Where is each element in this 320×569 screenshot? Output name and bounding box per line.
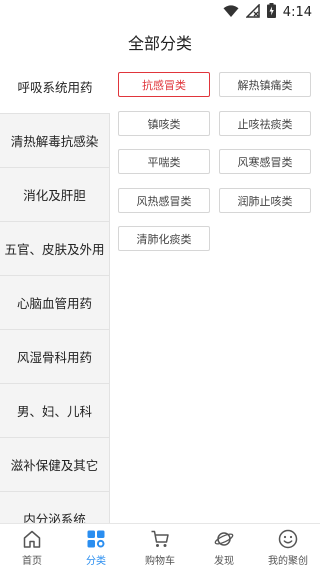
sidebar-item-label: 风湿骨科用药 (16, 350, 92, 365)
sidebar-item-men-women-children[interactable]: 男、妇、儿科 (0, 384, 110, 438)
header: 全部分类 (0, 24, 320, 60)
status-bar: 4:14 (0, 0, 320, 24)
category-grid-icon (86, 529, 106, 549)
subcategory-tag[interactable]: 风热感冒类 (118, 188, 210, 213)
tab-label: 首页 (22, 556, 42, 567)
sidebar-item-label: 清热解毒抗感染 (10, 134, 99, 149)
battery-charging-icon (266, 2, 276, 22)
subcategory-label: 清肺化痰类 (136, 232, 192, 246)
subcategory-label: 解热镇痛类 (237, 78, 293, 92)
subcategory-tag[interactable]: 解热镇痛类 (219, 72, 311, 97)
subcategory-tag[interactable]: 抗感冒类 (118, 72, 210, 97)
tab-category[interactable]: 分类 (64, 524, 128, 569)
subcategory-tag[interactable]: 平喘类 (118, 149, 210, 174)
cart-icon (150, 529, 170, 549)
status-time: 4:14 (282, 4, 312, 20)
sidebar-item-endocrine[interactable]: 内分泌系统 (0, 492, 110, 523)
tab-home[interactable]: 首页 (0, 524, 64, 569)
sidebar-item-digestive[interactable]: 消化及肝胆 (0, 168, 110, 222)
tab-profile[interactable]: 我的聚创 (256, 524, 320, 569)
sidebar-item-respiratory[interactable]: 呼吸系统用药 (0, 60, 110, 114)
status-icons: 4:14 (223, 2, 312, 22)
sidebar-item-rheumatism[interactable]: 风湿骨科用药 (0, 330, 110, 384)
subcategory-panel: 抗感冒类 解热镇痛类 镇咳类 止咳祛痰类 平喘类 风寒感冒类 风热感冒类 润肺止… (110, 60, 320, 523)
subcategory-tag[interactable]: 润肺止咳类 (219, 188, 311, 213)
wifi-icon (223, 3, 239, 22)
bottom-tab-bar: 首页 分类 购物车 发现 我的聚创 (0, 523, 320, 569)
sidebar-item-anti-infection[interactable]: 清热解毒抗感染 (0, 114, 110, 168)
sidebar-item-label: 呼吸系统用药 (17, 80, 93, 95)
subcategory-tag[interactable]: 风寒感冒类 (219, 149, 311, 174)
subcategory-label: 风热感冒类 (136, 194, 192, 208)
planet-icon (214, 529, 234, 549)
category-sidebar: 呼吸系统用药 清热解毒抗感染 消化及肝胆 五官、皮肤及外用 心脑血管用药 风湿骨… (0, 60, 110, 523)
tab-cart[interactable]: 购物车 (128, 524, 192, 569)
tab-label: 我的聚创 (268, 556, 308, 567)
tab-label: 购物车 (145, 556, 175, 567)
subcategory-tag[interactable]: 清肺化痰类 (118, 226, 210, 251)
sidebar-item-label: 心脑血管用药 (16, 296, 92, 311)
subcategory-label: 抗感冒类 (142, 78, 186, 92)
home-icon (22, 529, 42, 549)
sidebar-item-label: 五官、皮肤及外用 (4, 242, 105, 257)
sidebar-item-cardiovascular[interactable]: 心脑血管用药 (0, 276, 110, 330)
tab-discover[interactable]: 发现 (192, 524, 256, 569)
subcategory-label: 镇咳类 (147, 117, 181, 131)
no-signal-icon (244, 2, 260, 22)
tab-label: 发现 (214, 556, 234, 567)
subcategory-tag[interactable]: 止咳祛痰类 (219, 111, 311, 136)
sidebar-item-ent-skin[interactable]: 五官、皮肤及外用 (0, 222, 110, 276)
sidebar-item-label: 男、妇、儿科 (16, 404, 92, 419)
sidebar-item-label: 消化及肝胆 (23, 188, 86, 203)
subcategory-label: 风寒感冒类 (237, 155, 293, 169)
page-title: 全部分类 (127, 34, 192, 53)
smile-icon (278, 529, 298, 549)
tab-label: 分类 (86, 556, 106, 567)
subcategory-tag[interactable]: 镇咳类 (118, 111, 210, 136)
subcategory-label: 润肺止咳类 (237, 194, 293, 208)
subcategory-label: 止咳祛痰类 (237, 117, 293, 131)
sidebar-item-label: 内分泌系统 (23, 512, 86, 523)
sidebar-item-label: 滋补保健及其它 (10, 458, 99, 473)
sidebar-item-tonic-health[interactable]: 滋补保健及其它 (0, 438, 110, 492)
subcategory-label: 平喘类 (147, 155, 181, 169)
